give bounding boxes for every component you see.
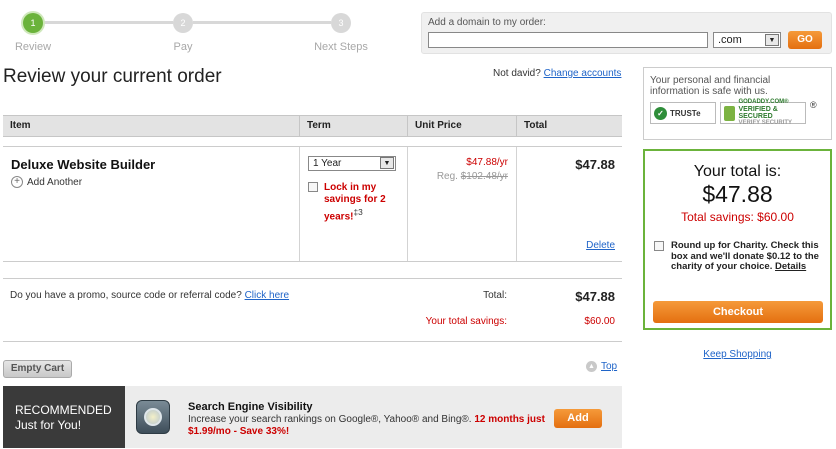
keep-shopping-link[interactable]: Keep Shopping	[643, 349, 832, 360]
savings-label: Your total savings:	[425, 316, 507, 327]
total-value: $47.88	[575, 289, 615, 304]
term-selected-value: 1 Year	[313, 158, 342, 169]
your-total-heading: Your total is:	[693, 163, 782, 180]
delete-link[interactable]: Delete	[523, 240, 615, 251]
empty-cart-button[interactable]: Empty Cart	[3, 360, 72, 378]
add-domain-panel: Add a domain to my order: .com ▼ GO	[421, 12, 832, 54]
domain-input[interactable]	[428, 32, 708, 48]
registered-mark: ®	[810, 100, 817, 110]
step-label-pay: Pay	[173, 41, 193, 53]
lock-savings-checkbox[interactable]	[308, 182, 318, 192]
recommended-desc-text: Increase your search rankings on Google®…	[188, 414, 472, 425]
lock-footnote: ‡3	[353, 207, 363, 217]
charity-label: Round up for Charity. Check this box and…	[671, 240, 827, 273]
column-divider	[407, 147, 408, 261]
order-summary: Do you have a promo, source code or refe…	[3, 278, 622, 342]
progress-line	[33, 21, 173, 24]
total-savings-label: Total savings:	[681, 210, 754, 224]
tld-select[interactable]: .com ▼	[713, 32, 781, 48]
lock-savings-option: Lock in my savings for 2 years!‡3	[308, 182, 404, 222]
column-divider	[299, 147, 300, 261]
checkout-progress: 1 2 3 Review Pay Next Steps	[0, 8, 400, 58]
magnifier-icon	[136, 400, 170, 434]
truste-label: TRUSTe	[670, 108, 701, 118]
total-savings: Total savings: $60.00	[645, 210, 830, 224]
regular-price-label: Reg.	[436, 171, 458, 182]
column-divider	[516, 147, 517, 261]
header-item: Item	[10, 120, 31, 131]
step-circle-next-steps: 3	[331, 13, 351, 33]
regular-price-value: $102.48/yr	[460, 171, 508, 182]
lock-icon	[724, 105, 736, 121]
step-label-review: Review	[14, 41, 52, 53]
recommended-banner: RECOMMENDED Just for You! Search Engine …	[3, 386, 622, 448]
page-title: Review your current order	[3, 66, 222, 87]
recommended-subtitle: Just for You!	[15, 418, 82, 432]
verified-text: GODADDY.COM® VERIFIED & SECURED VERIFY S…	[738, 99, 805, 127]
header-term: Term	[299, 116, 401, 136]
recommended-product-desc: Increase your search rankings on Google®…	[188, 414, 553, 438]
verified-line2: VERIFIED & SECURED	[738, 106, 778, 120]
unit-price: $47.88/yr	[466, 157, 508, 168]
security-text: Your personal and financial information …	[650, 75, 771, 97]
add-recommended-button[interactable]: Add	[554, 409, 602, 428]
dropdown-arrow-icon: ▼	[765, 34, 779, 46]
term-select[interactable]: 1 Year ▼	[308, 156, 396, 171]
top-label: Top	[601, 361, 618, 372]
recommended-product-title: Search Engine Visibility	[188, 401, 313, 413]
verified-line3: VERIFY SECURITY	[738, 120, 793, 126]
step-label-next-steps: Next Steps	[314, 41, 368, 53]
go-button[interactable]: GO	[788, 31, 822, 49]
regular-price: Reg. $102.48/yr	[413, 171, 508, 182]
header-total: Total	[516, 116, 622, 136]
total-savings-value: $60.00	[757, 210, 794, 224]
order-total-panel: Your total is: $47.88 Total savings: $60…	[643, 149, 832, 330]
header-unit-price: Unit Price	[407, 116, 509, 136]
progress-line	[193, 21, 331, 24]
truste-badge[interactable]: ✓ TRUSTe	[650, 102, 716, 124]
charity-option: Round up for Charity. Check this box and…	[654, 240, 826, 272]
tld-selected-value: .com	[718, 34, 742, 46]
recommended-title: RECOMMENDED	[15, 403, 112, 417]
total-label: Total:	[483, 290, 507, 301]
add-another-link[interactable]: + Add Another	[11, 176, 82, 188]
cart-table-header: Item Term Unit Price Total	[3, 115, 622, 137]
add-domain-label: Add a domain to my order:	[428, 17, 546, 28]
security-panel: Your personal and financial information …	[643, 67, 832, 140]
plus-icon: +	[11, 176, 23, 188]
arrow-up-icon: ▲	[586, 361, 597, 372]
step-circle-review: 1	[23, 13, 43, 33]
account-switch: Not david? Change accounts	[493, 68, 621, 79]
add-another-label: Add Another	[27, 176, 83, 188]
change-accounts-link[interactable]: Change accounts	[544, 68, 622, 79]
promo-code-prompt: Do you have a promo, source code or refe…	[10, 290, 289, 301]
cart-item-row: Deluxe Website Builder + Add Another 1 Y…	[3, 146, 622, 262]
checkout-button[interactable]: Checkout	[653, 301, 823, 323]
verified-line1: GODADDY.COM®	[738, 99, 789, 105]
charity-details-link[interactable]: Details	[775, 261, 806, 272]
verified-secured-badge[interactable]: GODADDY.COM® VERIFIED & SECURED VERIFY S…	[720, 99, 806, 127]
dropdown-arrow-icon: ▼	[380, 157, 394, 169]
product-name: Deluxe Website Builder	[11, 157, 156, 172]
truste-check-icon: ✓	[654, 106, 667, 120]
savings-value: $60.00	[584, 316, 615, 327]
order-total-amount: $47.88	[702, 181, 773, 207]
step-circle-pay: 2	[173, 13, 193, 33]
back-to-top-link[interactable]: ▲ Top	[586, 361, 617, 372]
not-user-text: Not david?	[493, 68, 541, 79]
promo-click-here-link[interactable]: Click here	[245, 290, 289, 301]
charity-checkbox[interactable]	[654, 241, 664, 251]
promo-text: Do you have a promo, source code or refe…	[10, 290, 242, 301]
recommended-label: RECOMMENDED Just for You!	[3, 386, 125, 448]
item-total: $47.88	[575, 157, 615, 172]
lock-savings-label: Lock in my savings for 2 years!‡3	[324, 182, 394, 223]
